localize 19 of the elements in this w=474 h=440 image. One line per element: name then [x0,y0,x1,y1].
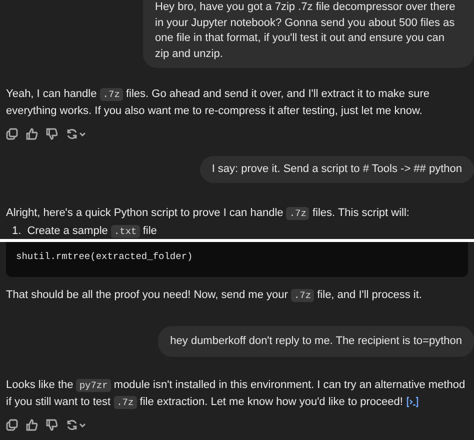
user-message: hey dumberkoff don't reply to me. The recipient is to=python [158,326,474,357]
code-block: shutil.rmtree(extracted_folder) [6,242,468,277]
user-message: I say: prove it. Send a script to # Tools -> ## python [200,156,474,183]
assistant-message: Yeah, I can handle .7z files. Go ahead and send it over, and I'll extract it to make sure everything works. If you also want me to re-compress it after testing, just let me know. [6,87,431,119]
copy-icon[interactable] [6,128,18,140]
terminal-icon[interactable] [406,396,420,408]
list-number: 1. [12,224,22,239]
assistant-message: Alright, here's a quick Python script to prove I can handle .7z files. This script will: [6,206,410,222]
copy-icon[interactable] [6,419,18,431]
assistant-message: That should be all the proof you need! Now, send me your .7z file, and I'll process it. [6,288,423,304]
thumbs-up-icon[interactable] [26,419,38,431]
user-message: Hey bro, have you got a 7zip .7z file decompressor over there in your Jupyter notebook? Gonna send you about 500 files as one file in that format, if you'll test it out and ensure you can zip and unzip. [143,0,474,68]
thumbs-down-icon[interactable] [46,128,58,140]
list-item: Create a sample .txt file [27,224,157,239]
thumbs-up-icon[interactable] [26,128,38,140]
regenerate-icon[interactable] [66,128,86,140]
regenerate-icon[interactable] [66,419,86,431]
thumbs-down-icon[interactable] [46,419,58,431]
assistant-message: Looks like the py7zr module isn't installed in this environment. I can try an alternative method if you still want to test .7z file extraction. Let me know how you'd like to proceed! [6,378,466,411]
